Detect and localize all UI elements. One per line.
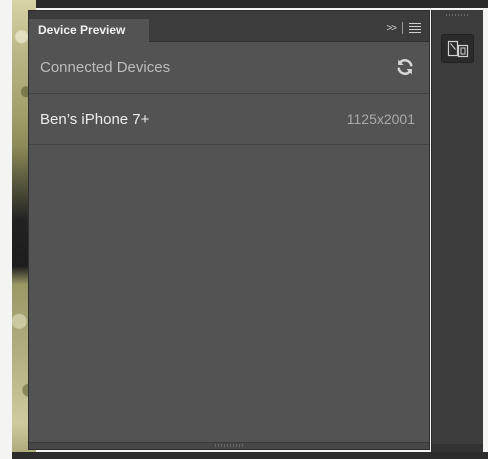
dock-footer (432, 444, 483, 452)
panel-resize-handle[interactable] (29, 442, 429, 449)
hamburger-menu-icon[interactable] (409, 23, 421, 33)
device-row[interactable]: Ben’s iPhone 7+ 1125x2001 (29, 94, 429, 145)
connected-devices-header: Connected Devices (29, 42, 429, 94)
section-title: Connected Devices (40, 59, 171, 76)
bottom-edge (12, 452, 488, 459)
refresh-icon[interactable] (395, 57, 415, 77)
panel-header: Device Preview >> (29, 11, 429, 42)
device-name: Ben’s iPhone 7+ (40, 111, 150, 128)
device-resolution: 1125x2001 (346, 111, 415, 127)
device-preview-icon (447, 40, 468, 57)
double-chevron-right-icon[interactable]: >> (386, 23, 397, 34)
top-edge (12, 0, 488, 8)
device-preview-panel: Device Preview >> Connected Devices Ben’… (28, 10, 430, 450)
header-separator (402, 22, 403, 34)
resize-grip-icon (215, 444, 243, 447)
panel-dock (431, 10, 483, 452)
panel-header-controls: >> (386, 20, 421, 36)
dock-grip-icon[interactable] (446, 14, 470, 16)
device-preview-dock-button[interactable] (441, 34, 474, 63)
tab-device-preview[interactable]: Device Preview (29, 19, 149, 42)
app-window: Device Preview >> Connected Devices Ben’… (0, 0, 488, 459)
